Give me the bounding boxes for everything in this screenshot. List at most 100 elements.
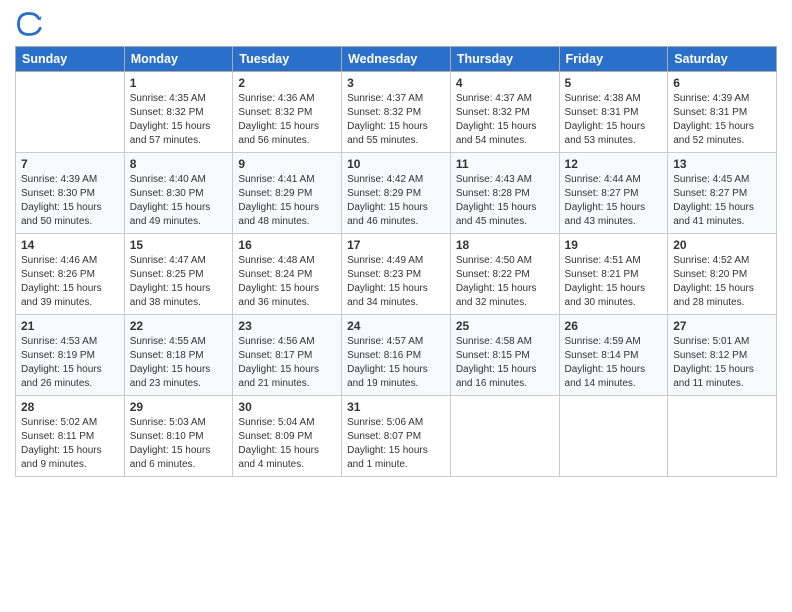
day-number: 28 <box>21 400 119 414</box>
day-info: Sunrise: 4:49 AMSunset: 8:23 PMDaylight:… <box>347 254 445 310</box>
calendar-day-cell: 7Sunrise: 4:39 AMSunset: 8:30 PMDaylight… <box>16 153 125 234</box>
day-info: Sunrise: 4:44 AMSunset: 8:27 PMDaylight:… <box>565 173 663 229</box>
calendar-day-cell: 19 Sunrise: 4:51 AMSunset: 8:21 PMDayligh… <box>559 234 668 315</box>
day-number: 4 <box>456 76 554 90</box>
calendar-week-row: 21Sunrise: 4:53 AMSunset: 8:19 PMDayligh… <box>16 315 777 396</box>
calendar-day-cell: 31 Sunrise: 5:06 AMSunset: 8:07 PMDayligh… <box>342 396 451 477</box>
weekday-header: Wednesday <box>342 47 451 72</box>
day-number: 31 <box>347 400 445 414</box>
day-info: Sunrise: 4:52 AMSunset: 8:20 PMDaylight:… <box>673 254 771 310</box>
day-info: Sunrise: 4:55 AMSunset: 8:18 PMDaylight:… <box>130 335 228 391</box>
calendar-day-cell: 12 Sunrise: 4:44 AMSunset: 8:27 PMDayligh… <box>559 153 668 234</box>
day-info: Sunrise: 4:48 AMSunset: 8:24 PMDaylight:… <box>238 254 336 310</box>
day-info: Sunrise: 5:02 AMSunset: 8:11 PMDaylight:… <box>21 416 119 472</box>
day-info: Sunrise: 4:38 AMSunset: 8:31 PMDaylight:… <box>565 92 663 148</box>
calendar-day-cell: 10 Sunrise: 4:42 AMSunset: 8:29 PMDayligh… <box>342 153 451 234</box>
day-number: 10 <box>347 157 445 171</box>
calendar-day-cell: 1Sunrise: 4:35 AMSunset: 8:32 PMDaylight… <box>124 72 233 153</box>
calendar-day-cell: 26Sunrise: 4:59 AMSunset: 8:14 PMDayligh… <box>559 315 668 396</box>
day-number: 12 <box>565 157 663 171</box>
calendar-day-cell: 18Sunrise: 4:50 AMSunset: 8:22 PMDayligh… <box>450 234 559 315</box>
day-number: 24 <box>347 319 445 333</box>
calendar-week-row: 14 Sunrise: 4:46 AMSunset: 8:26 PMDayligh… <box>16 234 777 315</box>
day-info: Sunrise: 4:56 AMSunset: 8:17 PMDaylight:… <box>238 335 336 391</box>
calendar-day-cell: 27 Sunrise: 5:01 AMSunset: 8:12 PMDayligh… <box>668 315 777 396</box>
calendar-day-cell: 21Sunrise: 4:53 AMSunset: 8:19 PMDayligh… <box>16 315 125 396</box>
calendar-day-cell <box>559 396 668 477</box>
day-info: Sunrise: 5:03 AMSunset: 8:10 PMDaylight:… <box>130 416 228 472</box>
day-number: 20 <box>673 238 771 252</box>
calendar-day-cell: 3 Sunrise: 4:37 AMSunset: 8:32 PMDaylight… <box>342 72 451 153</box>
day-number: 3 <box>347 76 445 90</box>
weekday-header: Friday <box>559 47 668 72</box>
calendar-day-cell: 25Sunrise: 4:58 AMSunset: 8:15 PMDayligh… <box>450 315 559 396</box>
day-info: Sunrise: 4:40 AMSunset: 8:30 PMDaylight:… <box>130 173 228 229</box>
day-number: 8 <box>130 157 228 171</box>
calendar-week-row: 7Sunrise: 4:39 AMSunset: 8:30 PMDaylight… <box>16 153 777 234</box>
calendar-day-cell: 15Sunrise: 4:47 AMSunset: 8:25 PMDayligh… <box>124 234 233 315</box>
calendar-day-cell: 4 Sunrise: 4:37 AMSunset: 8:32 PMDaylight… <box>450 72 559 153</box>
day-info: Sunrise: 4:45 AMSunset: 8:27 PMDaylight:… <box>673 173 771 229</box>
calendar-day-cell: 13 Sunrise: 4:45 AMSunset: 8:27 PMDayligh… <box>668 153 777 234</box>
day-info: Sunrise: 4:51 AMSunset: 8:21 PMDaylight:… <box>565 254 663 310</box>
day-number: 16 <box>238 238 336 252</box>
calendar-day-cell: 6 Sunrise: 4:39 AMSunset: 8:31 PMDaylight… <box>668 72 777 153</box>
day-number: 7 <box>21 157 119 171</box>
calendar-day-cell: 22 Sunrise: 4:55 AMSunset: 8:18 PMDayligh… <box>124 315 233 396</box>
calendar-day-cell: 14 Sunrise: 4:46 AMSunset: 8:26 PMDayligh… <box>16 234 125 315</box>
calendar-day-cell <box>668 396 777 477</box>
day-info: Sunrise: 4:47 AMSunset: 8:25 PMDaylight:… <box>130 254 228 310</box>
day-info: Sunrise: 4:42 AMSunset: 8:29 PMDaylight:… <box>347 173 445 229</box>
day-info: Sunrise: 4:37 AMSunset: 8:32 PMDaylight:… <box>347 92 445 148</box>
logo <box>15 10 47 38</box>
weekday-header: Tuesday <box>233 47 342 72</box>
day-info: Sunrise: 5:01 AMSunset: 8:12 PMDaylight:… <box>673 335 771 391</box>
day-number: 6 <box>673 76 771 90</box>
day-number: 9 <box>238 157 336 171</box>
weekday-header: Monday <box>124 47 233 72</box>
day-number: 22 <box>130 319 228 333</box>
weekday-header: Saturday <box>668 47 777 72</box>
day-info: Sunrise: 4:41 AMSunset: 8:29 PMDaylight:… <box>238 173 336 229</box>
day-number: 17 <box>347 238 445 252</box>
calendar-day-cell <box>450 396 559 477</box>
day-number: 13 <box>673 157 771 171</box>
calendar-week-row: 28 Sunrise: 5:02 AMSunset: 8:11 PMDayligh… <box>16 396 777 477</box>
calendar-day-cell: 23 Sunrise: 4:56 AMSunset: 8:17 PMDayligh… <box>233 315 342 396</box>
calendar-day-cell: 29Sunrise: 5:03 AMSunset: 8:10 PMDayligh… <box>124 396 233 477</box>
weekday-header: Sunday <box>16 47 125 72</box>
day-number: 30 <box>238 400 336 414</box>
calendar-day-cell: 17 Sunrise: 4:49 AMSunset: 8:23 PMDayligh… <box>342 234 451 315</box>
day-info: Sunrise: 4:53 AMSunset: 8:19 PMDaylight:… <box>21 335 119 391</box>
day-number: 19 <box>565 238 663 252</box>
day-info: Sunrise: 4:43 AMSunset: 8:28 PMDaylight:… <box>456 173 554 229</box>
day-number: 11 <box>456 157 554 171</box>
calendar-day-cell: 28 Sunrise: 5:02 AMSunset: 8:11 PMDayligh… <box>16 396 125 477</box>
day-number: 5 <box>565 76 663 90</box>
weekday-header-row: SundayMondayTuesdayWednesdayThursdayFrid… <box>16 47 777 72</box>
calendar-table: SundayMondayTuesdayWednesdayThursdayFrid… <box>15 46 777 477</box>
calendar-day-cell: 30 Sunrise: 5:04 AMSunset: 8:09 PMDayligh… <box>233 396 342 477</box>
calendar-day-cell <box>16 72 125 153</box>
day-info: Sunrise: 5:04 AMSunset: 8:09 PMDaylight:… <box>238 416 336 472</box>
logo-icon <box>15 10 43 38</box>
day-info: Sunrise: 4:36 AMSunset: 8:32 PMDaylight:… <box>238 92 336 148</box>
day-info: Sunrise: 4:46 AMSunset: 8:26 PMDaylight:… <box>21 254 119 310</box>
day-number: 23 <box>238 319 336 333</box>
header <box>15 10 777 38</box>
calendar-day-cell: 9 Sunrise: 4:41 AMSunset: 8:29 PMDaylight… <box>233 153 342 234</box>
day-info: Sunrise: 4:39 AMSunset: 8:31 PMDaylight:… <box>673 92 771 148</box>
day-number: 1 <box>130 76 228 90</box>
calendar-day-cell: 16 Sunrise: 4:48 AMSunset: 8:24 PMDayligh… <box>233 234 342 315</box>
day-number: 27 <box>673 319 771 333</box>
calendar-day-cell: 8 Sunrise: 4:40 AMSunset: 8:30 PMDaylight… <box>124 153 233 234</box>
day-info: Sunrise: 4:50 AMSunset: 8:22 PMDaylight:… <box>456 254 554 310</box>
day-number: 2 <box>238 76 336 90</box>
calendar-day-cell: 5 Sunrise: 4:38 AMSunset: 8:31 PMDaylight… <box>559 72 668 153</box>
day-number: 26 <box>565 319 663 333</box>
day-info: Sunrise: 4:37 AMSunset: 8:32 PMDaylight:… <box>456 92 554 148</box>
weekday-header: Thursday <box>450 47 559 72</box>
calendar-week-row: 1Sunrise: 4:35 AMSunset: 8:32 PMDaylight… <box>16 72 777 153</box>
day-number: 14 <box>21 238 119 252</box>
day-info: Sunrise: 5:06 AMSunset: 8:07 PMDaylight:… <box>347 416 445 472</box>
